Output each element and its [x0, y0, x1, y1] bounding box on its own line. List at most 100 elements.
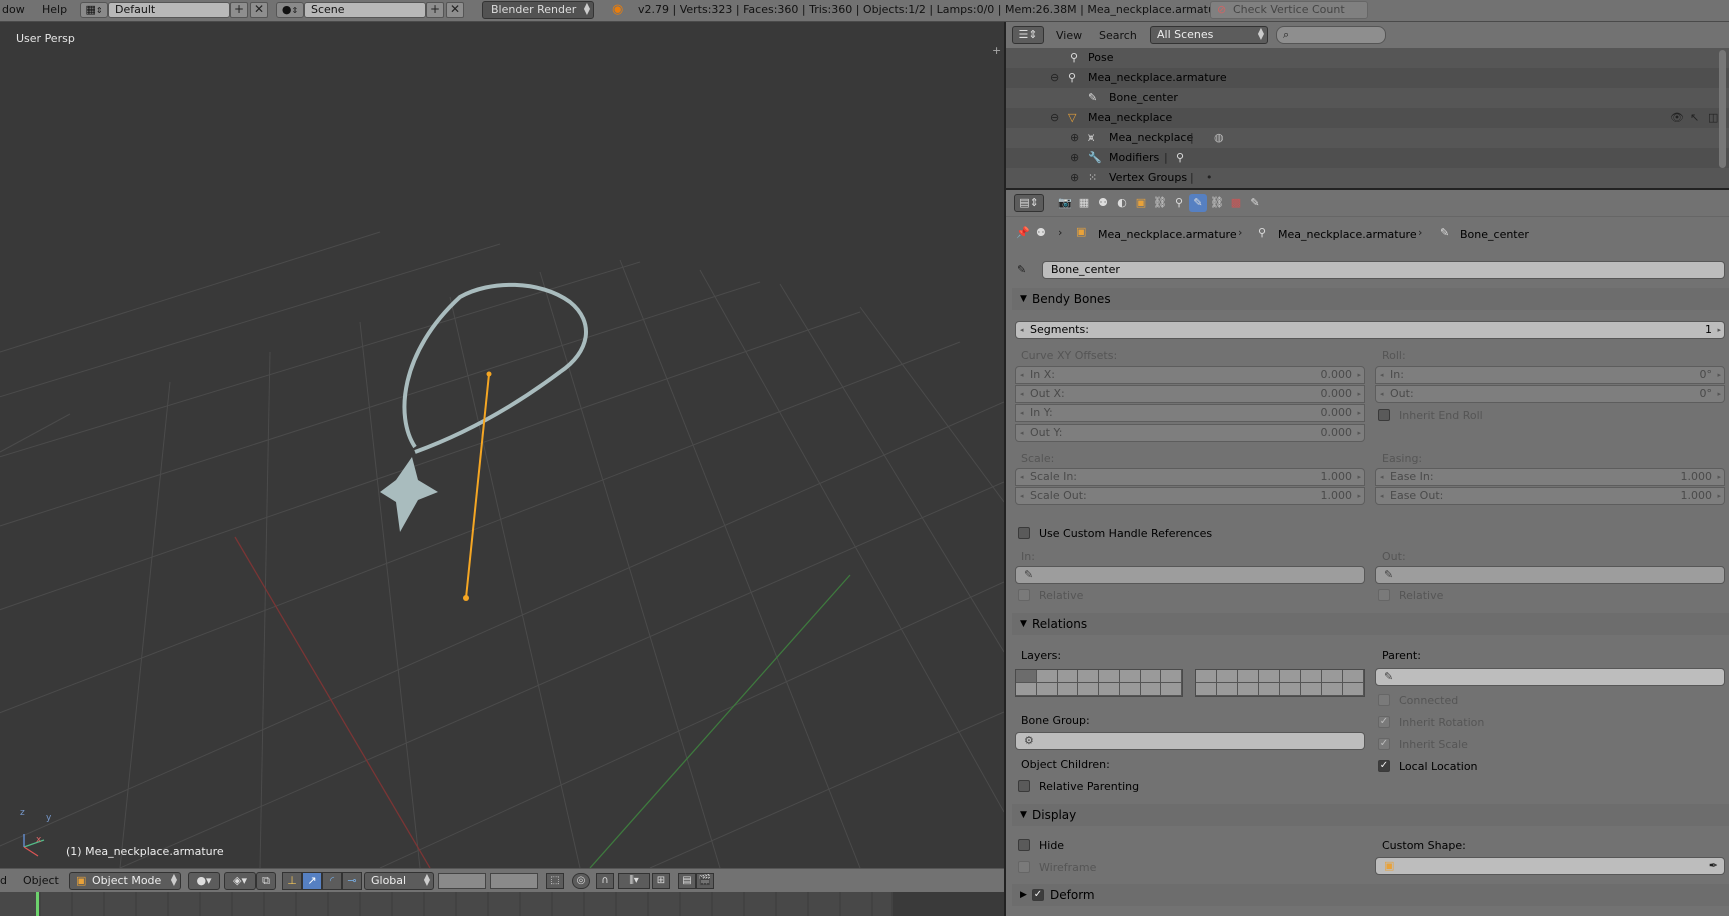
collapse-icon[interactable]: ⊖ — [1050, 108, 1059, 128]
render-engine-dropdown[interactable]: Blender Render ▲ ▼ — [482, 1, 594, 19]
manipulator-toggle-icon[interactable]: ⊥ — [282, 872, 302, 890]
star-pendant[interactable] — [380, 457, 438, 532]
texture-tab-icon[interactable]: ▩ — [1227, 194, 1245, 212]
object-tab-icon[interactable]: ▣ — [1132, 194, 1150, 212]
curve-in-x-field[interactable]: ◂ In X: 0.000 ▸ — [1015, 366, 1365, 384]
selected-bone[interactable] — [465, 373, 490, 599]
ease-in-field[interactable]: ◂ Ease In: 1.000 ▸ — [1375, 468, 1725, 486]
curve-out-y-field[interactable]: ◂ Out Y: 0.000 ▸ — [1015, 424, 1365, 442]
proportional-edit-icon[interactable]: ◎ — [572, 873, 590, 889]
timeline-strip[interactable] — [0, 892, 1004, 916]
outliner-scrollbar[interactable] — [1719, 50, 1726, 168]
custom-shape-field[interactable]: ▣ ✒ — [1375, 857, 1725, 875]
segments-field[interactable]: ◂ Segments: 1 ▸ — [1015, 321, 1725, 339]
render-layers-tab-icon[interactable]: ▦ — [1075, 194, 1093, 212]
relative-parenting-checkbox[interactable] — [1018, 780, 1030, 792]
bone-layers-grid-b[interactable] — [1195, 669, 1365, 697]
outliner-row-mesh-object[interactable]: ⊖ ▽ Mea_neckplace 👁 ↖ ◫ — [1006, 108, 1729, 128]
handle-out-bone-field[interactable]: ✎ — [1375, 566, 1725, 584]
inherit-rotation-checkbox[interactable]: ✓ — [1378, 716, 1390, 728]
outliner-row-armature[interactable]: ⊖ ⚲ Mea_neckplace.armature — [1006, 68, 1729, 88]
editor-type-icon[interactable]: ☰⇕ — [1012, 26, 1044, 44]
scene-tab-icon[interactable]: ⚉ — [1094, 194, 1112, 212]
collapse-icon[interactable]: ⊖ — [1050, 68, 1059, 88]
deform-panel-header[interactable]: ▶ ✓ Deform — [1012, 884, 1729, 906]
check-vertice-count-button[interactable]: ⊘ Check Vertice Count — [1210, 1, 1368, 19]
add-scene-icon[interactable]: + — [426, 2, 444, 18]
viewport-split-icon[interactable]: + — [992, 45, 1002, 56]
camera-render-icon[interactable]: ◫ — [1708, 108, 1718, 128]
physics-tab-icon[interactable]: ✎ — [1246, 194, 1264, 212]
expand-icon[interactable]: ⊕ — [1070, 128, 1079, 148]
hide-checkbox[interactable] — [1018, 839, 1030, 851]
object-menu[interactable]: Object — [23, 874, 59, 887]
increment-icon[interactable]: ▸ — [1717, 322, 1721, 338]
local-location-checkbox[interactable]: ✓ — [1378, 760, 1390, 772]
scene-selector-icon[interactable]: ●⇕ — [276, 2, 304, 18]
outliner-search-menu[interactable]: Search — [1099, 29, 1137, 42]
handle-out-relative-checkbox[interactable] — [1378, 589, 1390, 601]
bone-layers-grid-a[interactable] — [1015, 669, 1183, 697]
bone-name-field[interactable]: Bone_center — [1042, 261, 1725, 279]
translate-manipulator-icon[interactable]: ↗ — [302, 872, 322, 890]
outliner-display-mode-dropdown[interactable]: All Scenes ▲ ▼ — [1150, 26, 1268, 44]
outliner-view-menu[interactable]: View — [1056, 29, 1082, 42]
pivot-point-icon[interactable]: ◈▾ — [224, 872, 256, 890]
ease-out-field[interactable]: ◂ Ease Out: 1.000 ▸ — [1375, 487, 1725, 505]
breadcrumb-bone[interactable]: Bone_center — [1460, 228, 1529, 241]
expand-icon[interactable]: ⊕ — [1070, 148, 1079, 168]
breadcrumb-armature[interactable]: Mea_neckplace.armature — [1278, 228, 1417, 241]
connected-checkbox[interactable] — [1378, 694, 1390, 706]
scale-manipulator-icon[interactable]: ⊸ — [342, 872, 362, 890]
mode-dropdown[interactable]: ▣ Object Mode ▲ ▼ — [69, 872, 181, 890]
roll-in-field[interactable]: ◂ In: 0° ▸ — [1375, 366, 1725, 384]
pin-icon[interactable]: 📌 — [1016, 226, 1030, 239]
constraints-tab-icon[interactable]: ⛓ — [1151, 194, 1169, 212]
rotate-manipulator-icon[interactable]: ◜ — [322, 872, 342, 890]
outliner-row-pose[interactable]: ⚲ Pose — [1006, 48, 1729, 68]
area-splitter[interactable] — [1006, 188, 1729, 190]
opengl-animation-icon[interactable]: 🎬 — [696, 873, 714, 889]
window-menu[interactable]: dow — [2, 3, 25, 16]
deform-checkbox[interactable]: ✓ — [1032, 889, 1044, 901]
roll-out-field[interactable]: ◂ Out: 0° ▸ — [1375, 385, 1725, 403]
custom-handle-checkbox[interactable] — [1018, 527, 1030, 539]
inherit-end-roll-checkbox[interactable] — [1378, 409, 1390, 421]
wireframe-checkbox[interactable] — [1018, 861, 1030, 873]
render-tab-icon[interactable]: 📷 — [1056, 194, 1074, 212]
armature-data-tab-icon[interactable]: ⚲ — [1170, 194, 1188, 212]
outliner-search-input[interactable]: ⌕ — [1276, 26, 1386, 44]
layout-selector-icon[interactable]: ▦⇕ — [80, 2, 108, 18]
layer-lock-icon[interactable]: ⬚ — [546, 873, 564, 889]
scale-in-field[interactable]: ◂ Scale In: 1.000 ▸ — [1015, 468, 1365, 486]
outliner-row-mesh-data[interactable]: ⊕ ⩙ Mea_neckplace | ◍ — [1006, 128, 1729, 148]
handle-in-bone-field[interactable]: ✎ — [1015, 566, 1365, 584]
decrement-icon[interactable]: ◂ — [1020, 322, 1024, 338]
breadcrumb-object[interactable]: Mea_neckplace.armature — [1098, 228, 1237, 241]
bone-constraints-tab-icon[interactable]: ⛓ — [1208, 194, 1226, 212]
view-menu-partial[interactable]: d — [0, 874, 7, 887]
curve-in-y-field[interactable]: ◂ In Y: 0.000 ▸ — [1015, 404, 1365, 422]
eye-icon[interactable]: 👁 — [1670, 108, 1684, 128]
parent-bone-field[interactable]: ✎ — [1375, 668, 1725, 686]
cursor-select-icon[interactable]: ↖ — [1690, 108, 1699, 128]
viewport-shading-icon[interactable]: ●▾ — [188, 872, 220, 890]
bone-tab-icon[interactable]: ✎ — [1189, 194, 1207, 212]
snap-element-icon[interactable]: ⫼▾ — [618, 873, 650, 889]
editor-type-icon[interactable]: ▤⇕ — [1014, 194, 1044, 212]
bone-group-field[interactable]: ⚙ — [1015, 732, 1365, 750]
handle-in-relative-checkbox[interactable] — [1018, 589, 1030, 601]
scale-out-field[interactable]: ◂ Scale Out: 1.000 ▸ — [1015, 487, 1365, 505]
add-layout-icon[interactable]: + — [230, 2, 248, 18]
help-menu[interactable]: Help — [42, 3, 67, 16]
layout-name-field[interactable]: Default — [108, 2, 230, 18]
outliner-row-bone[interactable]: ✎ Bone_center — [1006, 88, 1729, 108]
scene-name-field[interactable]: Scene — [304, 2, 426, 18]
3d-viewport[interactable]: User Persp y z x (1) Mea_neckplace.armat… — [0, 22, 1004, 868]
inherit-scale-checkbox[interactable]: ✓ — [1378, 738, 1390, 750]
relations-panel-header[interactable]: ▼ Relations — [1012, 613, 1729, 635]
bone-tail[interactable] — [486, 371, 492, 377]
world-tab-icon[interactable]: ◐ — [1113, 194, 1131, 212]
pivot-align-icon[interactable]: ⧉ — [256, 872, 276, 890]
area-splitter[interactable] — [1004, 22, 1006, 916]
